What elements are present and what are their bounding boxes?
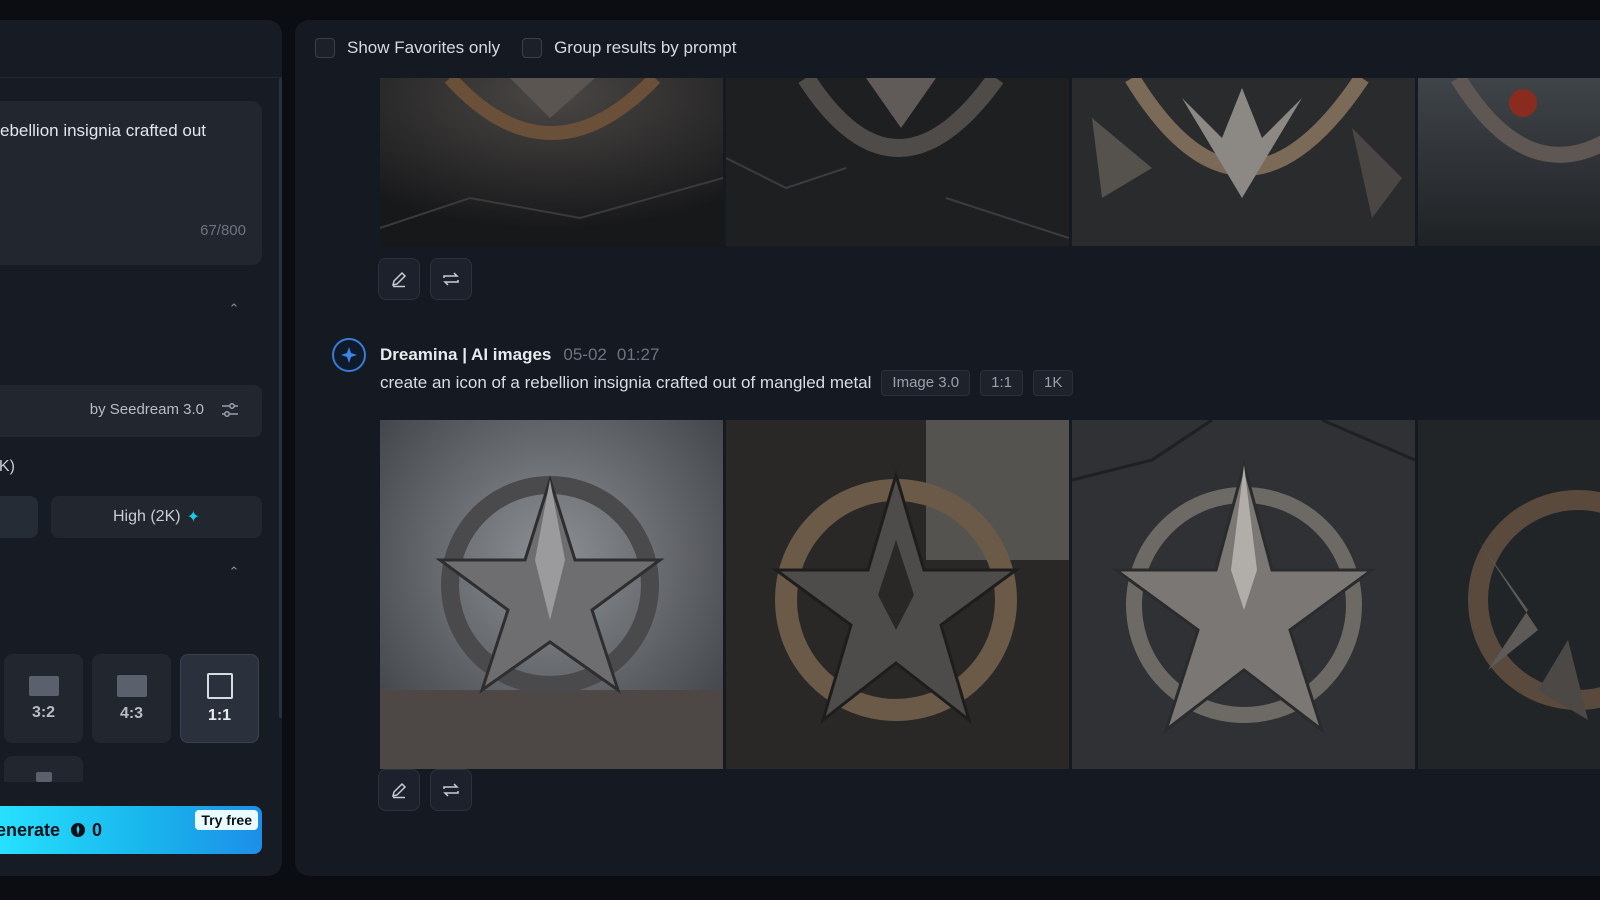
ratio-4-3-button[interactable]: 4:3: [92, 654, 171, 743]
show-favorites-checkbox[interactable]: [315, 38, 335, 58]
left-panel: ebellion insignia crafted out 67/800 ⌃ b…: [0, 20, 282, 876]
try-free-badge: Try free: [195, 810, 258, 830]
coin-icon: [71, 823, 86, 837]
generated-image[interactable]: [1418, 78, 1600, 246]
results-panel: Show Favorites only Group results by pro…: [295, 20, 1600, 876]
repeat-icon: [443, 783, 459, 797]
quality-high-button[interactable]: High (2K) ✦: [51, 496, 262, 538]
generated-image[interactable]: [380, 78, 723, 246]
show-favorites-label[interactable]: Show Favorites only: [347, 38, 500, 58]
repeat-icon: [443, 272, 459, 286]
char-count: 67/800: [200, 222, 246, 239]
ratio-label: 4:3: [119, 704, 144, 722]
model-selector[interactable]: by Seedream 3.0: [0, 385, 262, 437]
edit-button[interactable]: [378, 769, 420, 811]
dreamina-avatar: [332, 338, 366, 372]
generation-date: 05-02: [563, 345, 607, 364]
generated-image[interactable]: [726, 420, 1069, 769]
generation-header: Dreamina | AI images 05-02 01:27: [332, 338, 659, 372]
ratio-4-3-shape: [116, 674, 147, 697]
pencil-icon: [391, 271, 407, 288]
left-topbar: [0, 20, 282, 78]
generation-source: Dreamina | AI images: [380, 345, 552, 364]
regenerate-button[interactable]: [430, 769, 472, 811]
generate-label: enerate: [0, 819, 61, 840]
ratio-more-button[interactable]: [4, 756, 83, 782]
left-scrollbar[interactable]: [279, 78, 282, 718]
generate-button[interactable]: enerate 0 Try free: [0, 806, 262, 854]
previous-image-row: [380, 78, 1600, 246]
edit-button[interactable]: [378, 258, 420, 300]
quality-high-label: High (2K): [113, 508, 181, 525]
ratio-1-1-shape: [206, 672, 233, 699]
ratio-label: 1:1: [207, 706, 232, 724]
generated-image-row: [380, 420, 1600, 769]
generated-image[interactable]: [1418, 420, 1600, 769]
results-options: Show Favorites only Group results by pro…: [315, 38, 758, 58]
chevron-up-icon[interactable]: ⌃: [225, 300, 243, 318]
quality-standard-button[interactable]: [0, 496, 38, 538]
dreamina-logo-icon: [341, 347, 357, 363]
generated-image[interactable]: [1072, 78, 1415, 246]
group-results-option[interactable]: Group results by prompt: [522, 38, 736, 58]
prompt-text[interactable]: ebellion insignia crafted out: [0, 121, 206, 141]
generated-image[interactable]: [726, 78, 1069, 246]
resolution-label: 1K): [0, 458, 15, 475]
generation-prompt[interactable]: create an icon of a rebellion insignia c…: [380, 373, 871, 393]
chevron-up-icon[interactable]: ⌃: [225, 563, 243, 581]
sparkle-icon: ✦: [186, 509, 200, 526]
show-favorites-option[interactable]: Show Favorites only: [315, 38, 500, 58]
pencil-icon: [391, 782, 407, 799]
regenerate-button[interactable]: [430, 258, 472, 300]
ratio-3-2-shape: [28, 675, 59, 696]
generated-image[interactable]: [1072, 420, 1415, 769]
generation-prompt-row: create an icon of a rebellion insignia c…: [380, 370, 1074, 396]
ratio-tag: 1:1: [980, 370, 1023, 396]
sliders-icon[interactable]: [220, 400, 240, 420]
generated-image[interactable]: [380, 420, 723, 769]
resolution-tag: 1K: [1032, 370, 1074, 396]
prompt-tool-icon[interactable]: [0, 233, 2, 247]
generate-credit-count: 0: [92, 819, 103, 840]
prompt-input-box[interactable]: ebellion insignia crafted out 67/800: [0, 101, 262, 265]
model-label: by Seedream 3.0: [89, 401, 204, 418]
ratio-label: 3:2: [31, 703, 56, 721]
generation-time: 01:27: [616, 345, 660, 364]
group-results-checkbox[interactable]: [522, 38, 543, 58]
ratio-1-1-button[interactable]: 1:1: [180, 654, 259, 743]
ratio-3-2-button[interactable]: 3:2: [4, 654, 83, 743]
model-tag: Image 3.0: [881, 370, 971, 396]
group-results-label[interactable]: Group results by prompt: [554, 38, 736, 58]
